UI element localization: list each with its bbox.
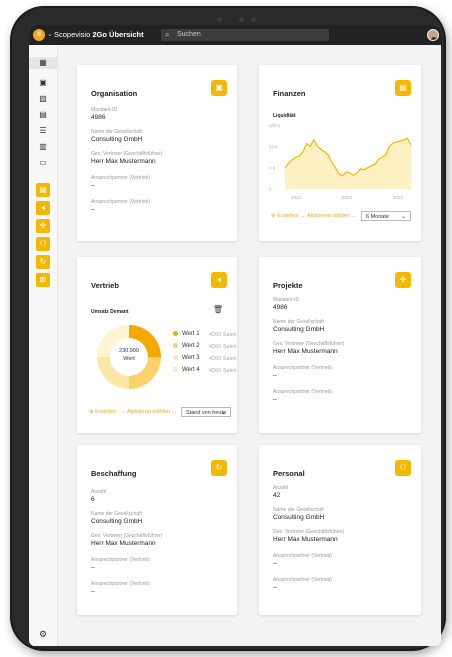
y-tick-label: 0 k xyxy=(269,166,276,171)
field-count: Anzahl 6 xyxy=(91,489,107,503)
filter-select[interactable]: ⌄ Aktivieren wählen ... xyxy=(121,409,176,415)
stand-select[interactable]: Stand von heute ⌄ xyxy=(181,407,231,417)
card-vertrieb[interactable]: Vertrieb ◂ Umsatz Demant 🗑 230.900 Wert … xyxy=(77,257,237,433)
period-select[interactable]: 6 Monate ⌄ xyxy=(361,211,411,221)
y-tick-label: 100 k xyxy=(269,123,281,128)
legend-value: 4260 Sales xyxy=(209,356,237,362)
field-count: Anzahl 42 xyxy=(273,485,289,499)
x-tick-label: 2022 xyxy=(393,195,404,200)
table-icon[interactable]: ▥ xyxy=(36,141,50,153)
donut-center-value: 230.900 xyxy=(119,348,139,354)
card-projekte[interactable]: Projekte ✣ Mandant-ID 4986 Name der Gese… xyxy=(259,257,421,433)
app-screen: S ⌄ Scopevisio 2Go Übersicht ⌕ Suchen ▦ … xyxy=(29,25,441,646)
upload-icon[interactable]: ▤ xyxy=(36,109,50,121)
field-representative: Ges. Vertreter (Geschäftsführer) Herr Ma… xyxy=(91,151,163,165)
puzzle-tile-icon[interactable]: ✣ xyxy=(36,219,50,233)
y-tick-label: 50 k xyxy=(269,144,278,149)
field-company: Name der Gesellschaft Consulting GmbH xyxy=(91,129,143,143)
field-contact: Ansprechpartner (Vertrieb) – xyxy=(273,553,332,567)
app-product: 2Go Übersicht xyxy=(92,30,144,39)
grid-icon[interactable]: ▦ xyxy=(29,57,57,69)
people-icon[interactable]: ⚇ xyxy=(395,460,411,476)
field-company: Name der Gesellschaft Consulting GmbH xyxy=(273,319,325,333)
puzzle-icon[interactable]: ✣ xyxy=(395,272,411,288)
chat-icon[interactable]: ▭ xyxy=(36,157,50,169)
liquidity-area xyxy=(285,138,411,189)
field-contact: Ansprechpartner (Vertrieb) – xyxy=(91,175,150,189)
megaphone-tile-icon[interactable]: ◂ xyxy=(36,201,50,215)
calendar-icon[interactable]: ▣ xyxy=(36,77,50,89)
card-title: Finanzen xyxy=(273,89,306,98)
sidebar: ▦ ▣ ▨ ▤ ☰ ▥ ▭ ▤ ◂ ✣ ⚇ ↻ ⊠ ⚙ xyxy=(29,45,58,646)
legend-value: 4260 Sales xyxy=(209,332,237,338)
field-contact: Ansprechpartner (Vertrieb) – xyxy=(91,581,150,595)
x-tick-label: 2022 xyxy=(342,195,353,200)
liquidity-chart: 100 k 50 k 0 k 0 2022 2022 2022 xyxy=(269,123,412,200)
app-title: Scopevisio 2Go Übersicht xyxy=(54,30,144,39)
field-company: Name der Gesellschaft Consulting GmbH xyxy=(273,507,325,521)
camera-bar xyxy=(217,17,267,23)
field-representative: Ges. Vertreter (Geschäftsführer) Herr Ma… xyxy=(273,341,345,355)
finance-tile-icon[interactable]: ▤ xyxy=(36,183,50,197)
trash-icon[interactable]: 🗑 xyxy=(213,305,223,314)
field-mandant-id: Mandant-ID 4986 xyxy=(91,107,118,121)
search-placeholder: Suchen xyxy=(177,31,201,38)
card-beschaffung[interactable]: Beschaffung ↻ Anzahl 6 Name der Gesellsc… xyxy=(77,445,237,615)
megaphone-icon[interactable]: ◂ xyxy=(211,272,227,288)
building-icon[interactable]: ▣ xyxy=(211,80,227,96)
legend-item: Wert 2 xyxy=(173,343,200,349)
list-icon[interactable]: ☰ xyxy=(36,125,50,137)
tablet-frame: S ⌄ Scopevisio 2Go Übersicht ⌕ Suchen ▦ … xyxy=(10,6,446,651)
card-title: Vertrieb xyxy=(91,281,119,290)
field-contact: Ansprechpartner (Vertrieb) – xyxy=(91,199,150,213)
create-button[interactable]: ⊕ Erstellen xyxy=(89,409,117,415)
chart-title: Liquidität xyxy=(273,113,296,119)
field-representative: Ges. Vertreter (Geschäftsführer) Herr Ma… xyxy=(273,529,345,543)
search-icon: ⌕ xyxy=(165,30,170,39)
legend-item: Wert 3 xyxy=(173,355,200,361)
avatar[interactable] xyxy=(427,29,439,41)
field-mandant-id: Mandant-ID 4986 xyxy=(273,297,300,311)
field-contact: Ansprechpartner (Vertrieb) – xyxy=(273,365,332,379)
legend-value: 4260 Sales xyxy=(209,344,237,350)
image-icon[interactable]: ▨ xyxy=(36,93,50,105)
create-button[interactable]: ⊕ Erstellen xyxy=(271,213,299,219)
field-representative: Ges. Vertreter (Geschäftsführer) Herr Ma… xyxy=(91,533,163,547)
app-name: Scopevisio xyxy=(54,30,91,39)
donut-center-label: Wert xyxy=(123,356,135,362)
field-contact: Ansprechpartner (Vertrieb) – xyxy=(273,389,332,403)
refresh-tile-icon[interactable]: ↻ xyxy=(36,255,50,269)
gear-icon[interactable]: ⚙ xyxy=(36,629,50,641)
filter-select[interactable]: ⌄ Aktivieren wählen ... xyxy=(301,213,356,219)
chevron-down-icon[interactable]: ⌄ xyxy=(47,30,53,38)
card-title: Projekte xyxy=(273,281,303,290)
search-input[interactable]: ⌕ Suchen xyxy=(161,29,329,41)
chart-title: Umsatz Demant xyxy=(91,309,129,315)
x-tick-label: 2022 xyxy=(291,195,302,200)
card-personal[interactable]: Personal ⚇ Anzahl 42 Name der Gesellscha… xyxy=(259,445,421,615)
legend-value: 4260 Sales xyxy=(209,368,237,374)
field-contact: Ansprechpartner (Vertrieb) – xyxy=(273,577,332,591)
finance-icon[interactable]: ▤ xyxy=(395,80,411,96)
card-title: Organisation xyxy=(91,89,138,98)
card-organisation[interactable]: Organisation ▣ Mandant-ID 4986 Name der … xyxy=(77,65,237,241)
field-contact: Ansprechpartner (Vertrieb) – xyxy=(91,557,150,571)
app-logo[interactable]: S xyxy=(33,29,45,41)
card-title: Beschaffung xyxy=(91,469,137,478)
field-company: Name der Gesellschaft Consulting GmbH xyxy=(91,511,143,525)
refresh-icon[interactable]: ↻ xyxy=(211,460,227,476)
card-title: Personal xyxy=(273,469,305,478)
people-tile-icon[interactable]: ⚇ xyxy=(36,237,50,251)
app-header: S ⌄ Scopevisio 2Go Übersicht ⌕ Suchen xyxy=(29,25,441,45)
y-tick-label: 0 xyxy=(269,187,272,192)
legend-item: Wert 4 xyxy=(173,367,200,373)
card-finanzen[interactable]: Finanzen ▤ Liquidität 100 k 50 k 0 k 0 2022 2… xyxy=(259,65,421,241)
crossfunction-tile-icon[interactable]: ⊠ xyxy=(36,273,50,287)
legend-item: Wert 1 xyxy=(173,331,200,337)
